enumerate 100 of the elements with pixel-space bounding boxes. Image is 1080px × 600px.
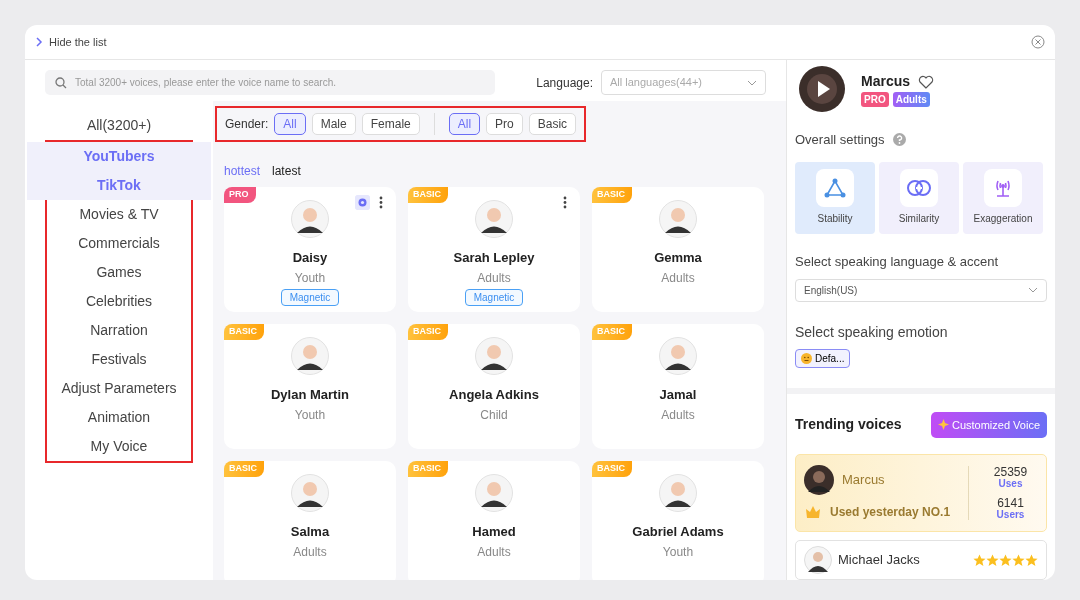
category-item[interactable]: Celebrities (27, 287, 211, 316)
chevron-right-icon[interactable] (35, 37, 43, 47)
gender-label: Gender: (225, 116, 269, 133)
category-item[interactable]: Adjust Parameters (27, 374, 211, 403)
voice-age: Adults (661, 406, 695, 424)
search-icon (55, 76, 67, 89)
voice-age: Adults (293, 543, 327, 561)
tier-badge: BASIC (224, 461, 264, 477)
voice-name: Gabriel Adams (632, 523, 724, 541)
chevron-down-icon (1028, 287, 1038, 294)
category-item[interactable]: Games (27, 258, 211, 287)
voice-age: Youth (294, 269, 326, 287)
category-item[interactable]: YouTubers (27, 142, 211, 171)
category-item[interactable]: Movies & TV (27, 200, 211, 229)
close-icon[interactable] (1031, 35, 1045, 49)
section-label: Overall settings (795, 131, 885, 149)
heart-icon[interactable] (918, 74, 935, 89)
section-label: Select speaking language & accent (795, 252, 1000, 271)
category-item[interactable]: Festivals (27, 345, 211, 374)
voice-age: Youth (662, 543, 694, 561)
section-title: Trending voices (795, 415, 902, 435)
avatar-play-button[interactable] (799, 66, 845, 112)
category-item[interactable]: Animation (27, 403, 211, 432)
chevron-down-icon (747, 79, 757, 86)
more-icon[interactable] (562, 195, 568, 210)
hide-list-link[interactable]: Hide the list (49, 33, 107, 51)
voice-card[interactable]: BASIC Dylan Martin Youth (224, 324, 396, 449)
tier-badge: BASIC (592, 461, 632, 477)
category-item[interactable]: Narration (27, 316, 211, 345)
tier-badge: PRO (861, 92, 889, 107)
voice-card[interactable]: PRO Daisy Youth Magnetic (224, 187, 396, 312)
category-item[interactable]: My Voice (27, 432, 211, 461)
setting-option[interactable]: Stability (795, 161, 875, 234)
filter-button[interactable]: Female (361, 113, 420, 135)
filter-button[interactable]: Male (311, 113, 356, 135)
star-icon (986, 553, 999, 567)
sparkle-icon (937, 419, 949, 431)
voice-tag: Magnetic (464, 288, 524, 306)
filter-button[interactable]: Basic (528, 113, 577, 135)
avatar-icon (291, 474, 329, 512)
voice-name: Gemma (654, 249, 702, 267)
emotion-chip[interactable]: Defa... (795, 348, 851, 368)
voice-card[interactable]: BASIC Gemma Adults (592, 187, 764, 312)
voice-name: Hamed (472, 523, 516, 541)
customized-voice-button[interactable]: Customized Voice (930, 411, 1047, 438)
avatar-icon (475, 474, 513, 512)
stat-value: 6141 (997, 497, 1024, 509)
section-label: Select speaking emotion (795, 322, 949, 342)
trending-card[interactable]: Marcus Used yesterday NO.1 25359 Uses 6141 Users (795, 454, 1047, 532)
tier-badge: BASIC (408, 324, 448, 340)
stat-value: 25359 (993, 466, 1028, 478)
tier-badge: BASIC (408, 187, 448, 203)
avatar-icon (659, 200, 697, 238)
voice-age: Youth (294, 406, 326, 424)
voice-name: Michael Jacks (838, 551, 921, 570)
category-item[interactable]: Commercials (27, 229, 211, 258)
filter-button[interactable]: All (448, 113, 481, 135)
voice-tag: Magnetic (280, 288, 340, 306)
voice-age: Child (480, 406, 508, 424)
voice-name: Marcus (842, 471, 885, 490)
language-label: Language: (536, 74, 593, 92)
accent-select[interactable]: English(US) (795, 279, 1047, 302)
voice-name: Angela Adkins (449, 386, 539, 404)
voice-card[interactable]: BASIC Angela Adkins Child (408, 324, 580, 449)
voice-name: Sarah Lepley (453, 249, 535, 267)
setting-option[interactable]: Exaggeration (963, 161, 1043, 234)
avatar-icon (804, 546, 832, 574)
sort-tab[interactable]: latest (272, 162, 301, 180)
voice-age: Adults (661, 269, 695, 287)
search-box[interactable]: Total 3200+ voices, please enter the voice name to search. (45, 70, 495, 95)
avatar-icon (804, 465, 834, 495)
voice-card[interactable]: BASIC Jamal Adults (592, 324, 764, 449)
search-field[interactable]: Total 3200+ voices, please enter the voice name to search. (75, 75, 485, 90)
avatar-icon (291, 200, 329, 238)
voice-card[interactable]: BASIC Sarah Lepley Adults Magnetic (408, 187, 580, 312)
voice-name: Marcus (861, 72, 911, 91)
category-item[interactable]: TikTok (27, 171, 211, 200)
filter-button[interactable]: All (274, 113, 306, 135)
more-icon[interactable] (378, 195, 384, 210)
stat-label: Uses (998, 478, 1023, 489)
voice-name: Salma (290, 523, 330, 541)
trending-card[interactable]: Michael Jacks (795, 540, 1047, 580)
voice-name: Daisy (292, 249, 328, 267)
voice-age: Adults (477, 269, 511, 287)
voice-name: Dylan Martin (271, 386, 349, 404)
tier-badge: BASIC (592, 324, 632, 340)
voice-card[interactable]: BASIC Salma Adults (224, 461, 396, 580)
category-item[interactable]: All(3200+) (25, 111, 213, 140)
stat-label: Users (996, 509, 1025, 520)
voice-card[interactable]: BASIC Hamed Adults (408, 461, 580, 580)
avatar-icon (291, 337, 329, 375)
sort-tab[interactable]: hottest (224, 162, 261, 180)
rank-label: Used yesterday NO.1 (830, 504, 951, 521)
star-icon (1012, 553, 1025, 567)
avatar-icon (475, 337, 513, 375)
setting-option[interactable]: Similarity (879, 161, 959, 234)
filter-button[interactable]: Pro (486, 113, 523, 135)
avatar-icon (659, 474, 697, 512)
voice-age: Adults (477, 543, 511, 561)
voice-card[interactable]: BASIC Gabriel Adams Youth (592, 461, 764, 580)
